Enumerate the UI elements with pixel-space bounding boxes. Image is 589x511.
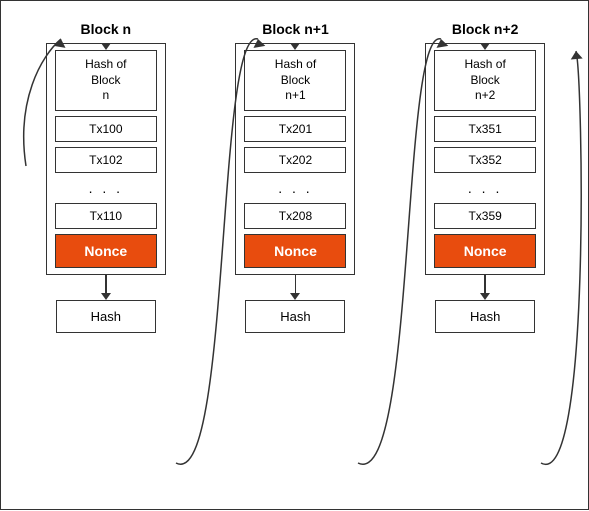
dots-n2: . . . bbox=[468, 178, 502, 198]
tx-n2-2: Tx359 bbox=[434, 203, 536, 229]
arrow-line-bottom-n1 bbox=[295, 275, 297, 293]
tx-n-2: Tx110 bbox=[55, 203, 157, 229]
tx-n-0: Tx100 bbox=[55, 116, 157, 142]
tx-n1-0: Tx201 bbox=[244, 116, 346, 142]
tx-n1-2: Tx208 bbox=[244, 203, 346, 229]
arrow-head-bottom-n bbox=[101, 293, 111, 300]
block-n-title: Block n bbox=[81, 21, 132, 37]
arrow-out-block-n bbox=[101, 275, 111, 300]
dots-n: . . . bbox=[89, 178, 123, 198]
blocks-row: Block n Hash of Block n Tx100 Tx102 . . … bbox=[11, 11, 580, 333]
hash-of-block-n: Hash of Block n bbox=[55, 50, 157, 111]
hash-n1: Hash bbox=[245, 300, 345, 333]
hash-n2: Hash bbox=[435, 300, 535, 333]
arrow-head-bottom-n2 bbox=[480, 293, 490, 300]
arrow-line-bottom-n bbox=[105, 275, 107, 293]
hash-of-block-n2: Hash of Block n+2 bbox=[434, 50, 536, 111]
block-n1-title: Block n+1 bbox=[262, 21, 329, 37]
block-n-body: Hash of Block n Tx100 Tx102 . . . Tx110 … bbox=[46, 43, 166, 275]
arrow-head-bottom-n1 bbox=[290, 293, 300, 300]
block-n1-body: Hash of Block n+1 Tx201 Tx202 . . . Tx20… bbox=[235, 43, 355, 275]
tx-n2-0: Tx351 bbox=[434, 116, 536, 142]
hash-of-block-n1: Hash of Block n+1 bbox=[244, 50, 346, 111]
tx-n1-1: Tx202 bbox=[244, 147, 346, 173]
hash-n: Hash bbox=[56, 300, 156, 333]
nonce-n: Nonce bbox=[55, 234, 157, 268]
arrow-out-block-n1 bbox=[290, 275, 300, 300]
nonce-n1: Nonce bbox=[244, 234, 346, 268]
block-n2-body: Hash of Block n+2 Tx351 Tx352 . . . Tx35… bbox=[425, 43, 545, 275]
tx-n-1: Tx102 bbox=[55, 147, 157, 173]
arrow-line-bottom-n2 bbox=[484, 275, 486, 293]
block-n2-title: Block n+2 bbox=[452, 21, 519, 37]
tx-n2-1: Tx352 bbox=[434, 147, 536, 173]
dots-n1: . . . bbox=[278, 178, 312, 198]
block-n1-wrapper: Block n+1 Hash of Block n+1 Tx201 Tx202 … bbox=[235, 21, 355, 333]
block-n2-wrapper: Block n+2 Hash of Block n+2 Tx351 Tx352 … bbox=[425, 21, 545, 333]
blockchain-diagram: Block n Hash of Block n Tx100 Tx102 . . … bbox=[1, 1, 589, 511]
nonce-n2: Nonce bbox=[434, 234, 536, 268]
arrow-out-block-n2 bbox=[480, 275, 490, 300]
block-n-wrapper: Block n Hash of Block n Tx100 Tx102 . . … bbox=[46, 21, 166, 333]
